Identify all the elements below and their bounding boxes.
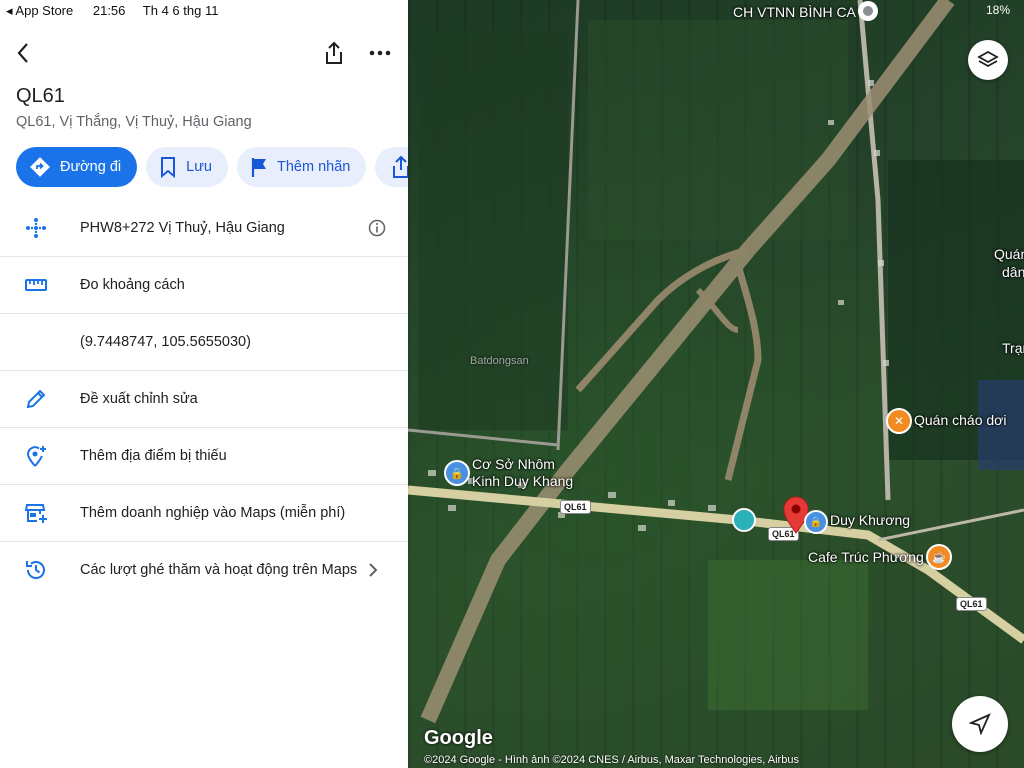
plus-code-icon xyxy=(24,216,48,240)
map-label-ch-vtnn[interactable]: CH VTNN BÌNH CA xyxy=(733,4,856,20)
share-chip[interactable] xyxy=(375,147,408,187)
directions-label: Đường đi xyxy=(60,159,122,175)
poi-quan-chao-doi[interactable]: Quán cháo dơi xyxy=(914,412,1006,428)
map-layers-button[interactable] xyxy=(968,40,1008,80)
ruler-icon xyxy=(24,273,48,297)
poi-co-so-nhom[interactable]: Cơ Sở Nhôm Kinh Duy Khang xyxy=(472,456,573,490)
directions-button[interactable]: Đường đi xyxy=(16,147,138,187)
status-date: Th 4 6 thg 11 xyxy=(142,3,219,18)
map-label-edge: dân xyxy=(1002,264,1024,280)
suggest-edit-row[interactable]: Đề xuất chỉnh sửa xyxy=(0,371,408,428)
google-logo: Google xyxy=(424,727,493,749)
share-icon xyxy=(326,41,342,64)
chevron-right-icon xyxy=(368,563,378,577)
cafe-icon[interactable]: ☕ xyxy=(926,544,952,570)
add-business-text: Thêm doanh nghiệp vào Maps (miễn phí) xyxy=(80,505,346,521)
my-location-button[interactable] xyxy=(952,696,1008,752)
directions-icon xyxy=(30,157,50,177)
pencil-icon xyxy=(24,387,48,411)
add-location-icon xyxy=(24,444,48,468)
restaurant-icon[interactable]: ✕ xyxy=(886,408,912,434)
plus-code-row[interactable]: PHW8+272 Vị Thuỷ, Hậu Giang xyxy=(0,200,408,257)
save-button[interactable]: Lưu xyxy=(146,147,228,187)
plus-code-text: PHW8+272 Vị Thuỷ, Hậu Giang xyxy=(80,220,285,236)
road-tag-ql61: QL61 xyxy=(956,597,987,611)
save-label: Lưu xyxy=(186,159,212,175)
coordinates-text: (9.7448747, 105.5655030) xyxy=(80,334,251,350)
add-missing-place-row[interactable]: Thêm địa điểm bị thiếu xyxy=(0,428,408,485)
maps-activity-text: Các lượt ghé thăm và hoạt động trên Maps xyxy=(80,562,358,578)
location-pin-icon[interactable] xyxy=(858,1,878,21)
map-label-edge: Trạm xyxy=(1002,340,1024,356)
info-icon[interactable] xyxy=(368,219,386,237)
add-business-icon xyxy=(24,501,48,525)
place-panel: ◂ App Store 21:56 Th 4 6 thg 11 QL61 QL6… xyxy=(0,0,408,768)
place-title: QL61 xyxy=(16,85,65,107)
satellite-map[interactable]: 18% CH VTNN BÌNH CA Quán dân Trạm ✕ Quán… xyxy=(408,0,1024,768)
history-icon xyxy=(24,558,48,582)
add-label-label: Thêm nhãn xyxy=(276,159,351,175)
maps-activity-row[interactable]: Các lượt ghé thăm và hoạt động trên Maps xyxy=(0,542,408,598)
more-icon xyxy=(369,50,391,56)
action-chips: Đường đi Lưu Thêm nhãn xyxy=(16,147,408,187)
add-missing-place-text: Thêm địa điểm bị thiếu xyxy=(80,448,227,464)
measure-distance-row[interactable]: Đo khoảng cách xyxy=(0,257,408,314)
back-button[interactable] xyxy=(8,38,38,68)
share-icon xyxy=(393,155,408,178)
poi-duy-khuong[interactable]: Duy Khương xyxy=(830,512,910,528)
bookmark-icon xyxy=(161,157,176,178)
status-battery: 18% xyxy=(985,3,1010,17)
more-options-button[interactable] xyxy=(365,38,395,68)
map-roads xyxy=(408,0,1024,724)
shop-icon[interactable]: 🔒 xyxy=(804,510,828,534)
status-bar: ◂ App Store 21:56 Th 4 6 thg 11 xyxy=(6,3,232,19)
flag-icon xyxy=(251,158,266,177)
coordinates-row[interactable]: (9.7448747, 105.5655030) xyxy=(0,314,408,371)
poi-teal-icon[interactable] xyxy=(732,508,756,532)
poi-cafe-truc-phuong[interactable]: Cafe Trúc Phương xyxy=(808,549,924,565)
layers-icon xyxy=(977,50,999,68)
add-business-row[interactable]: Thêm doanh nghiệp vào Maps (miễn phí) xyxy=(0,485,408,542)
shop-icon[interactable]: 🔒 xyxy=(444,460,470,486)
add-label-button[interactable]: Thêm nhãn xyxy=(236,147,367,187)
back-arrow-icon xyxy=(17,43,28,63)
place-subtitle: QL61, Vị Thắng, Vị Thuỷ, Hậu Giang xyxy=(16,114,252,130)
navigation-arrow-icon xyxy=(969,713,991,735)
map-label-edge: Quán xyxy=(994,246,1024,262)
road-tag-ql61: QL61 xyxy=(560,500,591,514)
measure-distance-text: Đo khoảng cách xyxy=(80,277,185,293)
status-time: 21:56 xyxy=(92,3,126,18)
share-button[interactable] xyxy=(319,38,349,68)
watermark: Batdongsan xyxy=(470,355,529,367)
back-to-app-store[interactable]: ◂ App Store xyxy=(6,3,73,18)
suggest-edit-text: Đề xuất chỉnh sửa xyxy=(80,391,198,407)
place-details-list: PHW8+272 Vị Thuỷ, Hậu Giang Đo khoảng cá… xyxy=(0,200,408,598)
map-attribution[interactable]: ©2024 Google - Hình ảnh ©2024 CNES / Air… xyxy=(424,754,799,766)
